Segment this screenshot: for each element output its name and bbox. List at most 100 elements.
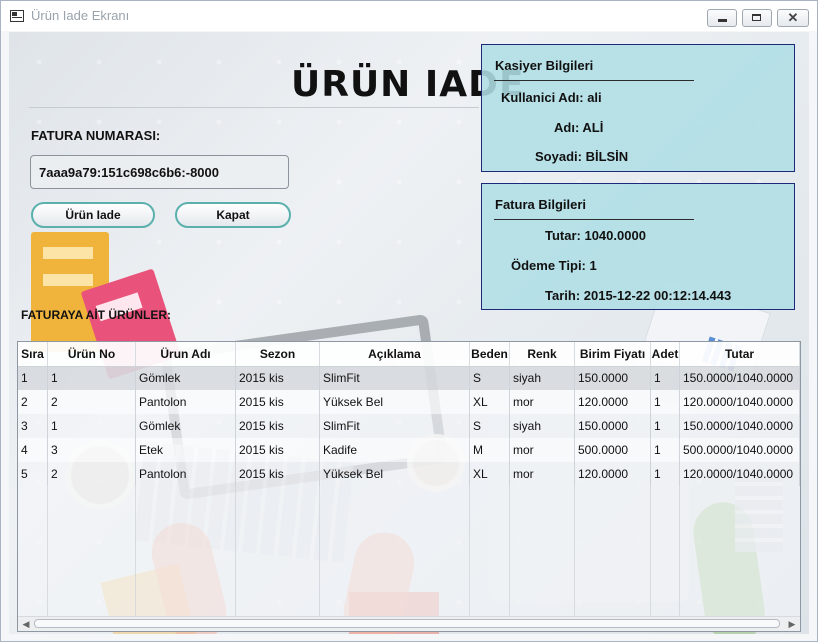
column-gridline: [235, 366, 236, 631]
table-header-tutar[interactable]: Tutar: [680, 342, 800, 366]
minimize-button[interactable]: [707, 9, 737, 27]
window-app-icon: [10, 10, 24, 22]
table-cell-sezon: 2015 kis: [236, 366, 320, 390]
invoice-payment-type: Ödeme Tipi: 1: [511, 258, 597, 273]
table-header-beden[interactable]: Beden: [470, 342, 510, 366]
table-cell-urun-adi: Gömlek: [136, 414, 236, 438]
invoice-info-panel: Fatura Bilgileri Tutar: 1040.0000 Ödeme …: [481, 183, 795, 310]
table-cell-urun-no: 1: [48, 366, 136, 390]
table-cell-urun-no: 2: [48, 462, 136, 486]
return-product-button[interactable]: Ürün Iade: [31, 202, 155, 228]
scroll-left-icon[interactable]: ◀: [20, 618, 32, 630]
table-cell-beden: M: [470, 438, 510, 462]
column-gridline: [679, 366, 680, 631]
table-cell-urun-adi: Gömlek: [136, 366, 236, 390]
table-cell-birim-fiyati: 150.0000: [575, 414, 651, 438]
table-cell-sezon: 2015 kis: [236, 438, 320, 462]
table-header-adet[interactable]: Adet: [651, 342, 680, 366]
table-cell-birim-fiyati: 120.0000: [575, 462, 651, 486]
column-gridline: [469, 366, 470, 631]
table-cell-sira: 1: [18, 366, 48, 390]
table-cell-urun-adi: Pantolon: [136, 462, 236, 486]
table-cell-tutar: 120.0000/1040.0000: [680, 390, 800, 414]
title-divider: [29, 107, 479, 108]
table-cell-urun-adi: Etek: [136, 438, 236, 462]
table-cell-adet: 1: [651, 462, 680, 486]
table-cell-beden: S: [470, 366, 510, 390]
invoice-number-input[interactable]: [30, 155, 289, 189]
table-cell-urun-no: 2: [48, 390, 136, 414]
table-cell-urun-adi: Pantolon: [136, 390, 236, 414]
table-cell-urun-no: 1: [48, 414, 136, 438]
panel-divider: [494, 219, 694, 220]
table-cell-renk: siyah: [510, 366, 575, 390]
table-cell-adet: 1: [651, 438, 680, 462]
table-header-renk[interactable]: Renk: [510, 342, 575, 366]
table-cell-renk: mor: [510, 462, 575, 486]
table-cell-adet: 1: [651, 414, 680, 438]
table-cell-tutar: 500.0000/1040.0000: [680, 438, 800, 462]
table-header-urun-adi[interactable]: Ürun Adı: [136, 342, 236, 366]
table-header-sira[interactable]: Sıra: [18, 342, 48, 366]
table-header-urun-no[interactable]: Ürün No: [48, 342, 136, 366]
app-window: Ürün Iade Ekranı ✕ ÜRÜN IADE FATURA NUMA…: [0, 0, 818, 642]
cashier-surname: Soyadi: BİLSİN: [535, 149, 629, 164]
title-bar: Ürün Iade Ekranı ✕: [1, 1, 817, 31]
column-gridline: [47, 366, 48, 631]
cashier-name: Adı: ALİ: [554, 120, 604, 135]
table-cell-tutar: 150.0000/1040.0000: [680, 366, 800, 390]
table-header: Sıra Ürün No Ürun Adı Sezon Açıklama Beden Ren…: [18, 342, 800, 367]
table-cell-beden: XL: [470, 390, 510, 414]
close-window-button[interactable]: ✕: [777, 9, 809, 27]
table-cell-sezon: 2015 kis: [236, 390, 320, 414]
decor-folder: [31, 232, 109, 352]
table-cell-tutar: 120.0000/1040.0000: [680, 462, 800, 486]
maximize-button[interactable]: [742, 9, 772, 27]
table-header-sezon[interactable]: Sezon: [236, 342, 320, 366]
table-cell-birim-fiyati: 500.0000: [575, 438, 651, 462]
scroll-right-icon[interactable]: ▶: [786, 618, 798, 630]
table-cell-aciklama: SlimFit: [320, 414, 470, 438]
column-gridline: [509, 366, 510, 631]
table-cell-renk: mor: [510, 438, 575, 462]
window-title: Ürün Iade Ekranı: [31, 8, 130, 23]
table-header-birim-fiyati[interactable]: Birim Fiyatı: [575, 342, 651, 366]
horizontal-scrollbar[interactable]: ◀ ▶: [18, 616, 800, 631]
table-cell-sira: 3: [18, 414, 48, 438]
invoice-total: Tutar: 1040.0000: [545, 228, 646, 243]
invoice-panel-title: Fatura Bilgileri: [495, 197, 587, 212]
table-cell-birim-fiyati: 120.0000: [575, 390, 651, 414]
close-button[interactable]: Kapat: [175, 202, 291, 228]
column-gridline: [319, 366, 320, 631]
table-cell-aciklama: SlimFit: [320, 366, 470, 390]
products-table[interactable]: Sıra Ürün No Ürun Adı Sezon Açıklama Beden Ren…: [17, 341, 801, 632]
table-header-aciklama[interactable]: Açıklama: [320, 342, 470, 366]
table-cell-aciklama: Kadife: [320, 438, 470, 462]
invoice-date: Tarih: 2015-12-22 00:12:14.443: [545, 288, 732, 303]
table-cell-aciklama: Yüksek Bel: [320, 462, 470, 486]
table-cell-renk: siyah: [510, 414, 575, 438]
close-icon: ✕: [787, 10, 799, 25]
invoice-number-label: FATURA NUMARASI:: [31, 128, 161, 143]
panel-divider: [494, 80, 694, 81]
table-cell-sira: 5: [18, 462, 48, 486]
table-cell-sezon: 2015 kis: [236, 414, 320, 438]
main-panel: ÜRÜN IADE FATURA NUMARASI: Ürün Iade Kap…: [9, 32, 809, 634]
table-cell-beden: S: [470, 414, 510, 438]
table-cell-sira: 2: [18, 390, 48, 414]
table-cell-urun-no: 3: [48, 438, 136, 462]
column-gridline: [135, 366, 136, 631]
invoice-products-label: FATURAYA AİT ÜRÜNLER:: [21, 308, 172, 322]
table-cell-renk: mor: [510, 390, 575, 414]
cashier-panel-title: Kasiyer Bilgileri: [495, 58, 594, 73]
table-cell-aciklama: Yüksek Bel: [320, 390, 470, 414]
table-cell-tutar: 150.0000/1040.0000: [680, 414, 800, 438]
scrollbar-thumb[interactable]: [34, 619, 780, 628]
table-cell-sezon: 2015 kis: [236, 462, 320, 486]
cashier-username: Kullanici Adı: ali: [501, 90, 602, 105]
table-cell-birim-fiyati: 150.0000: [575, 366, 651, 390]
column-gridline: [650, 366, 651, 631]
table-cell-beden: XL: [470, 462, 510, 486]
table-cell-adet: 1: [651, 390, 680, 414]
column-gridline: [574, 366, 575, 631]
